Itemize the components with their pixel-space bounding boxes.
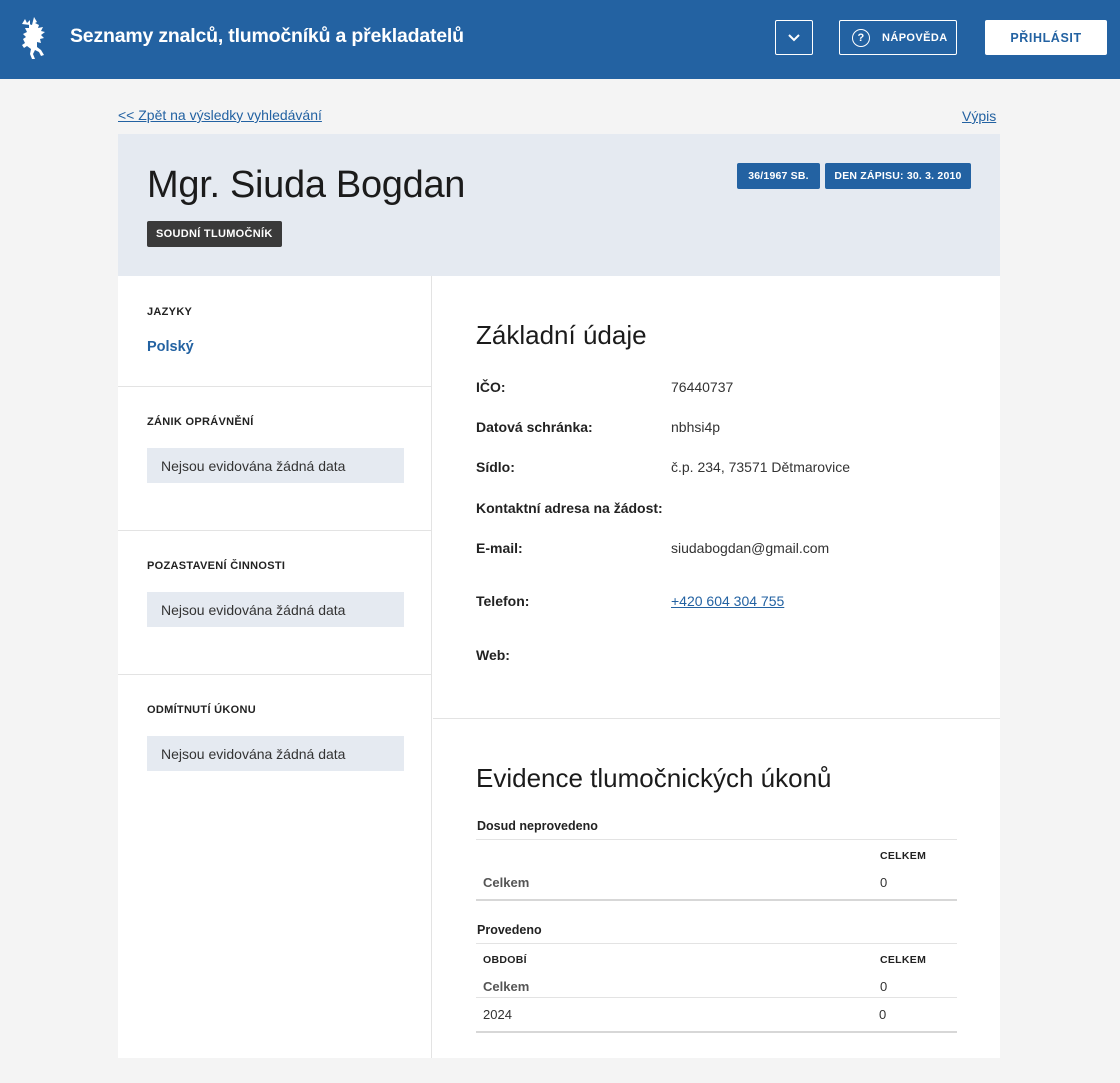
person-name: Mgr. Siuda Bogdan (147, 164, 466, 206)
profile-header: Mgr. Siuda Bogdan SOUDNÍ TLUMOČNÍK 36/19… (118, 134, 1000, 276)
pending-row-label: Celkem (483, 875, 530, 890)
back-to-results-link[interactable]: << Zpět na výsledky vyhledávání (118, 107, 322, 123)
languages-section: JAZYKY Polský (118, 276, 432, 387)
data-box-value: nbhsi4p (671, 419, 721, 435)
phone-label: Telefon: (476, 593, 530, 609)
no-data-box: Nejsou evidována žádná data (147, 592, 404, 627)
done-row-total: 0 (879, 1007, 887, 1022)
done-row-total: 0 (880, 979, 888, 994)
section-divider (433, 718, 1000, 719)
menu-dropdown-button[interactable] (775, 20, 813, 55)
data-box-label: Datová schránka: (476, 419, 593, 435)
ico-label: IČO: (476, 379, 506, 395)
export-link[interactable]: Výpis (962, 108, 996, 124)
contact-address-label: Kontaktní adresa na žádost: (476, 500, 663, 516)
ico-value: 76440737 (671, 379, 734, 395)
authorization-end-section: ZÁNIK OPRÁVNĚNÍ Nejsou evidována žádná d… (118, 387, 432, 531)
section-title: ZÁNIK OPRÁVNĚNÍ (147, 416, 254, 428)
records-title: Evidence tlumočnických úkonů (476, 763, 832, 793)
section-title: POZASTAVENÍ ČINNOSTI (147, 560, 286, 572)
app-title: Seznamy znalců, tlumočníků a překladatel… (70, 25, 464, 47)
top-bar: Seznamy znalců, tlumočníků a překladatel… (0, 0, 1120, 79)
role-badge: SOUDNÍ TLUMOČNÍK (147, 221, 282, 247)
help-button[interactable]: ? NÁPOVĚDA (839, 20, 957, 55)
czech-lion-logo-icon[interactable] (14, 14, 56, 64)
done-total-header: CELKEM (880, 954, 927, 966)
refusal-section: ODMÍTNUTÍ ÚKONU Nejsou evidována žádná d… (118, 675, 432, 819)
basic-info-title: Základní údaje (476, 320, 647, 350)
done-table-caption: Provedeno (477, 923, 542, 937)
sidebar: JAZYKY Polský ZÁNIK OPRÁVNĚNÍ Nejsou evi… (118, 276, 432, 1058)
table-divider (476, 943, 957, 944)
pending-row-value: 0 (880, 875, 888, 890)
web-label: Web: (476, 647, 510, 663)
table-divider (476, 1031, 957, 1033)
done-row-period: 2024 (483, 1007, 512, 1022)
registration-date-tag: DEN ZÁPISU: 30. 3. 2010 (825, 163, 971, 189)
law-tag: 36/1967 SB. (737, 163, 820, 189)
table-divider (476, 899, 957, 901)
pending-total-header: CELKEM (880, 850, 927, 862)
done-row-period: Celkem (483, 979, 530, 994)
detail-panel: JAZYKY Polský ZÁNIK OPRÁVNĚNÍ Nejsou evi… (118, 276, 1000, 1058)
email-label: E-mail: (476, 540, 523, 556)
login-button[interactable]: PŘIHLÁSIT (985, 20, 1107, 55)
phone-link[interactable]: +420 604 304 755 (671, 593, 784, 609)
question-icon: ? (852, 28, 870, 47)
seat-value: č.p. 234, 73571 Dětmarovice (671, 459, 850, 475)
help-button-label: NÁPOVĚDA (882, 31, 948, 44)
email-value: siudabogdan@gmail.com (671, 540, 830, 556)
language-item[interactable]: Polský (147, 339, 194, 355)
no-data-box: Nejsou evidována žádná data (147, 736, 404, 771)
seat-label: Sídlo: (476, 459, 515, 475)
no-data-box: Nejsou evidována žádná data (147, 448, 404, 483)
languages-title: JAZYKY (147, 306, 193, 318)
pending-table-caption: Dosud neprovedeno (477, 819, 598, 833)
chevron-down-icon (788, 34, 800, 42)
suspension-section: POZASTAVENÍ ČINNOSTI Nejsou evidována žá… (118, 531, 432, 675)
section-title: ODMÍTNUTÍ ÚKONU (147, 704, 256, 716)
done-period-header: OBDOBÍ (483, 954, 527, 966)
table-divider (476, 839, 957, 840)
table-divider (476, 997, 957, 998)
